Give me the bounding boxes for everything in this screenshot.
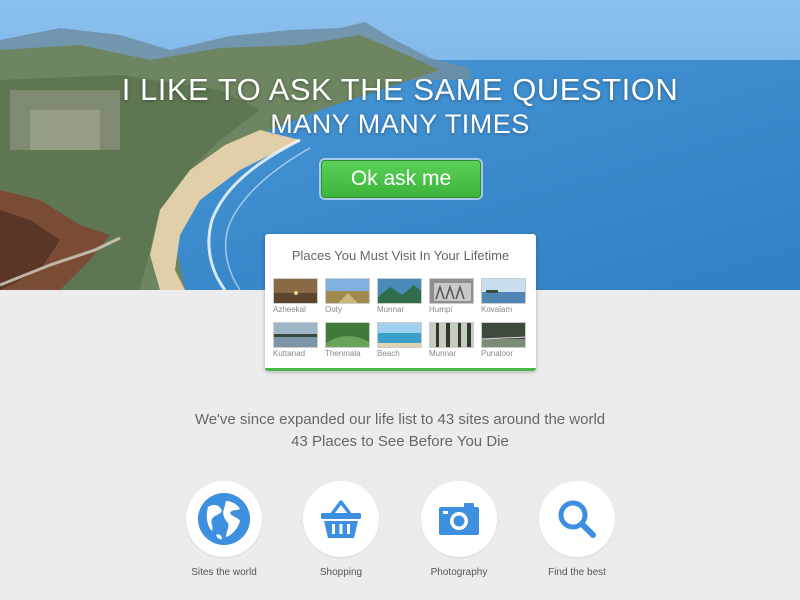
feature-label: Photography bbox=[430, 567, 488, 578]
place-photo bbox=[377, 322, 422, 348]
place-label: Ooty bbox=[325, 305, 342, 314]
feature-circle[interactable] bbox=[303, 481, 379, 557]
place-photo bbox=[325, 278, 370, 304]
place-label: Kovalam bbox=[481, 305, 513, 314]
camera-icon bbox=[439, 503, 479, 535]
ok-ask-me-button[interactable]: Ok ask me bbox=[321, 160, 481, 198]
feature-find-the-best[interactable]: Find the best bbox=[539, 481, 615, 578]
place-thumbnail-humpi[interactable]: Humpi bbox=[429, 278, 474, 314]
place-photo bbox=[273, 322, 318, 348]
places-card-title: Places You Must Visit In Your Lifetime bbox=[291, 248, 510, 263]
place-label: Munnar bbox=[429, 349, 457, 358]
place-thumbnail-punaloor[interactable]: Punaloor bbox=[481, 322, 526, 358]
feature-circle[interactable] bbox=[539, 481, 615, 557]
place-label: Azheekal bbox=[273, 305, 306, 314]
place-photo bbox=[325, 322, 370, 348]
feature-photography[interactable]: Photography bbox=[421, 481, 497, 578]
feature-label: Shopping bbox=[319, 567, 363, 578]
globe-icon bbox=[198, 493, 250, 545]
place-thumbnail-ooty[interactable]: Ooty bbox=[325, 278, 370, 314]
place-thumbnail-kovalam[interactable]: Kovalam bbox=[481, 278, 526, 314]
place-label: Munnar bbox=[377, 305, 405, 314]
feature-circle[interactable] bbox=[186, 481, 262, 557]
place-photo bbox=[429, 278, 474, 304]
feature-label: Find the best bbox=[548, 567, 606, 578]
hero-subheadline: MANY MANY TIMES bbox=[270, 109, 530, 139]
place-thumbnail-beach[interactable]: Beach bbox=[377, 322, 422, 358]
hero-headline: I LIKE TO ASK THE SAME QUESTION bbox=[121, 72, 679, 107]
place-thumbnail-munnar-forest[interactable]: Munnar bbox=[429, 322, 474, 358]
place-photo bbox=[377, 278, 422, 304]
place-label: Kuttanad bbox=[273, 349, 306, 358]
place-photo bbox=[273, 278, 318, 304]
search-icon bbox=[558, 500, 596, 538]
basket-icon bbox=[321, 500, 361, 538]
place-label: Punaloor bbox=[481, 349, 514, 358]
place-thumbnail-azheekal[interactable]: Azheekal bbox=[273, 278, 318, 314]
feature-circle[interactable] bbox=[421, 481, 497, 557]
info-line-2: 43 Places to See Before You Die bbox=[291, 433, 509, 450]
place-label: Humpi bbox=[429, 305, 453, 314]
feature-shopping[interactable]: Shopping bbox=[303, 481, 379, 578]
place-photo bbox=[481, 322, 526, 348]
feature-label: Sites the world bbox=[191, 567, 257, 578]
places-card: Places You Must Visit In Your Lifetime A… bbox=[265, 234, 536, 371]
feature-sites-the-world[interactable]: Sites the world bbox=[186, 481, 262, 578]
place-label: Thenmala bbox=[325, 349, 361, 358]
place-photo bbox=[429, 322, 474, 348]
place-label: Beach bbox=[377, 349, 400, 358]
place-thumbnail-kuttanad[interactable]: Kuttanad bbox=[273, 322, 318, 358]
info-line-1: We've since expanded our life list to 43… bbox=[194, 411, 606, 428]
place-photo bbox=[481, 278, 526, 304]
place-thumbnail-munnar[interactable]: Munnar bbox=[377, 278, 422, 314]
place-thumbnail-thenmala[interactable]: Thenmala bbox=[325, 322, 370, 358]
